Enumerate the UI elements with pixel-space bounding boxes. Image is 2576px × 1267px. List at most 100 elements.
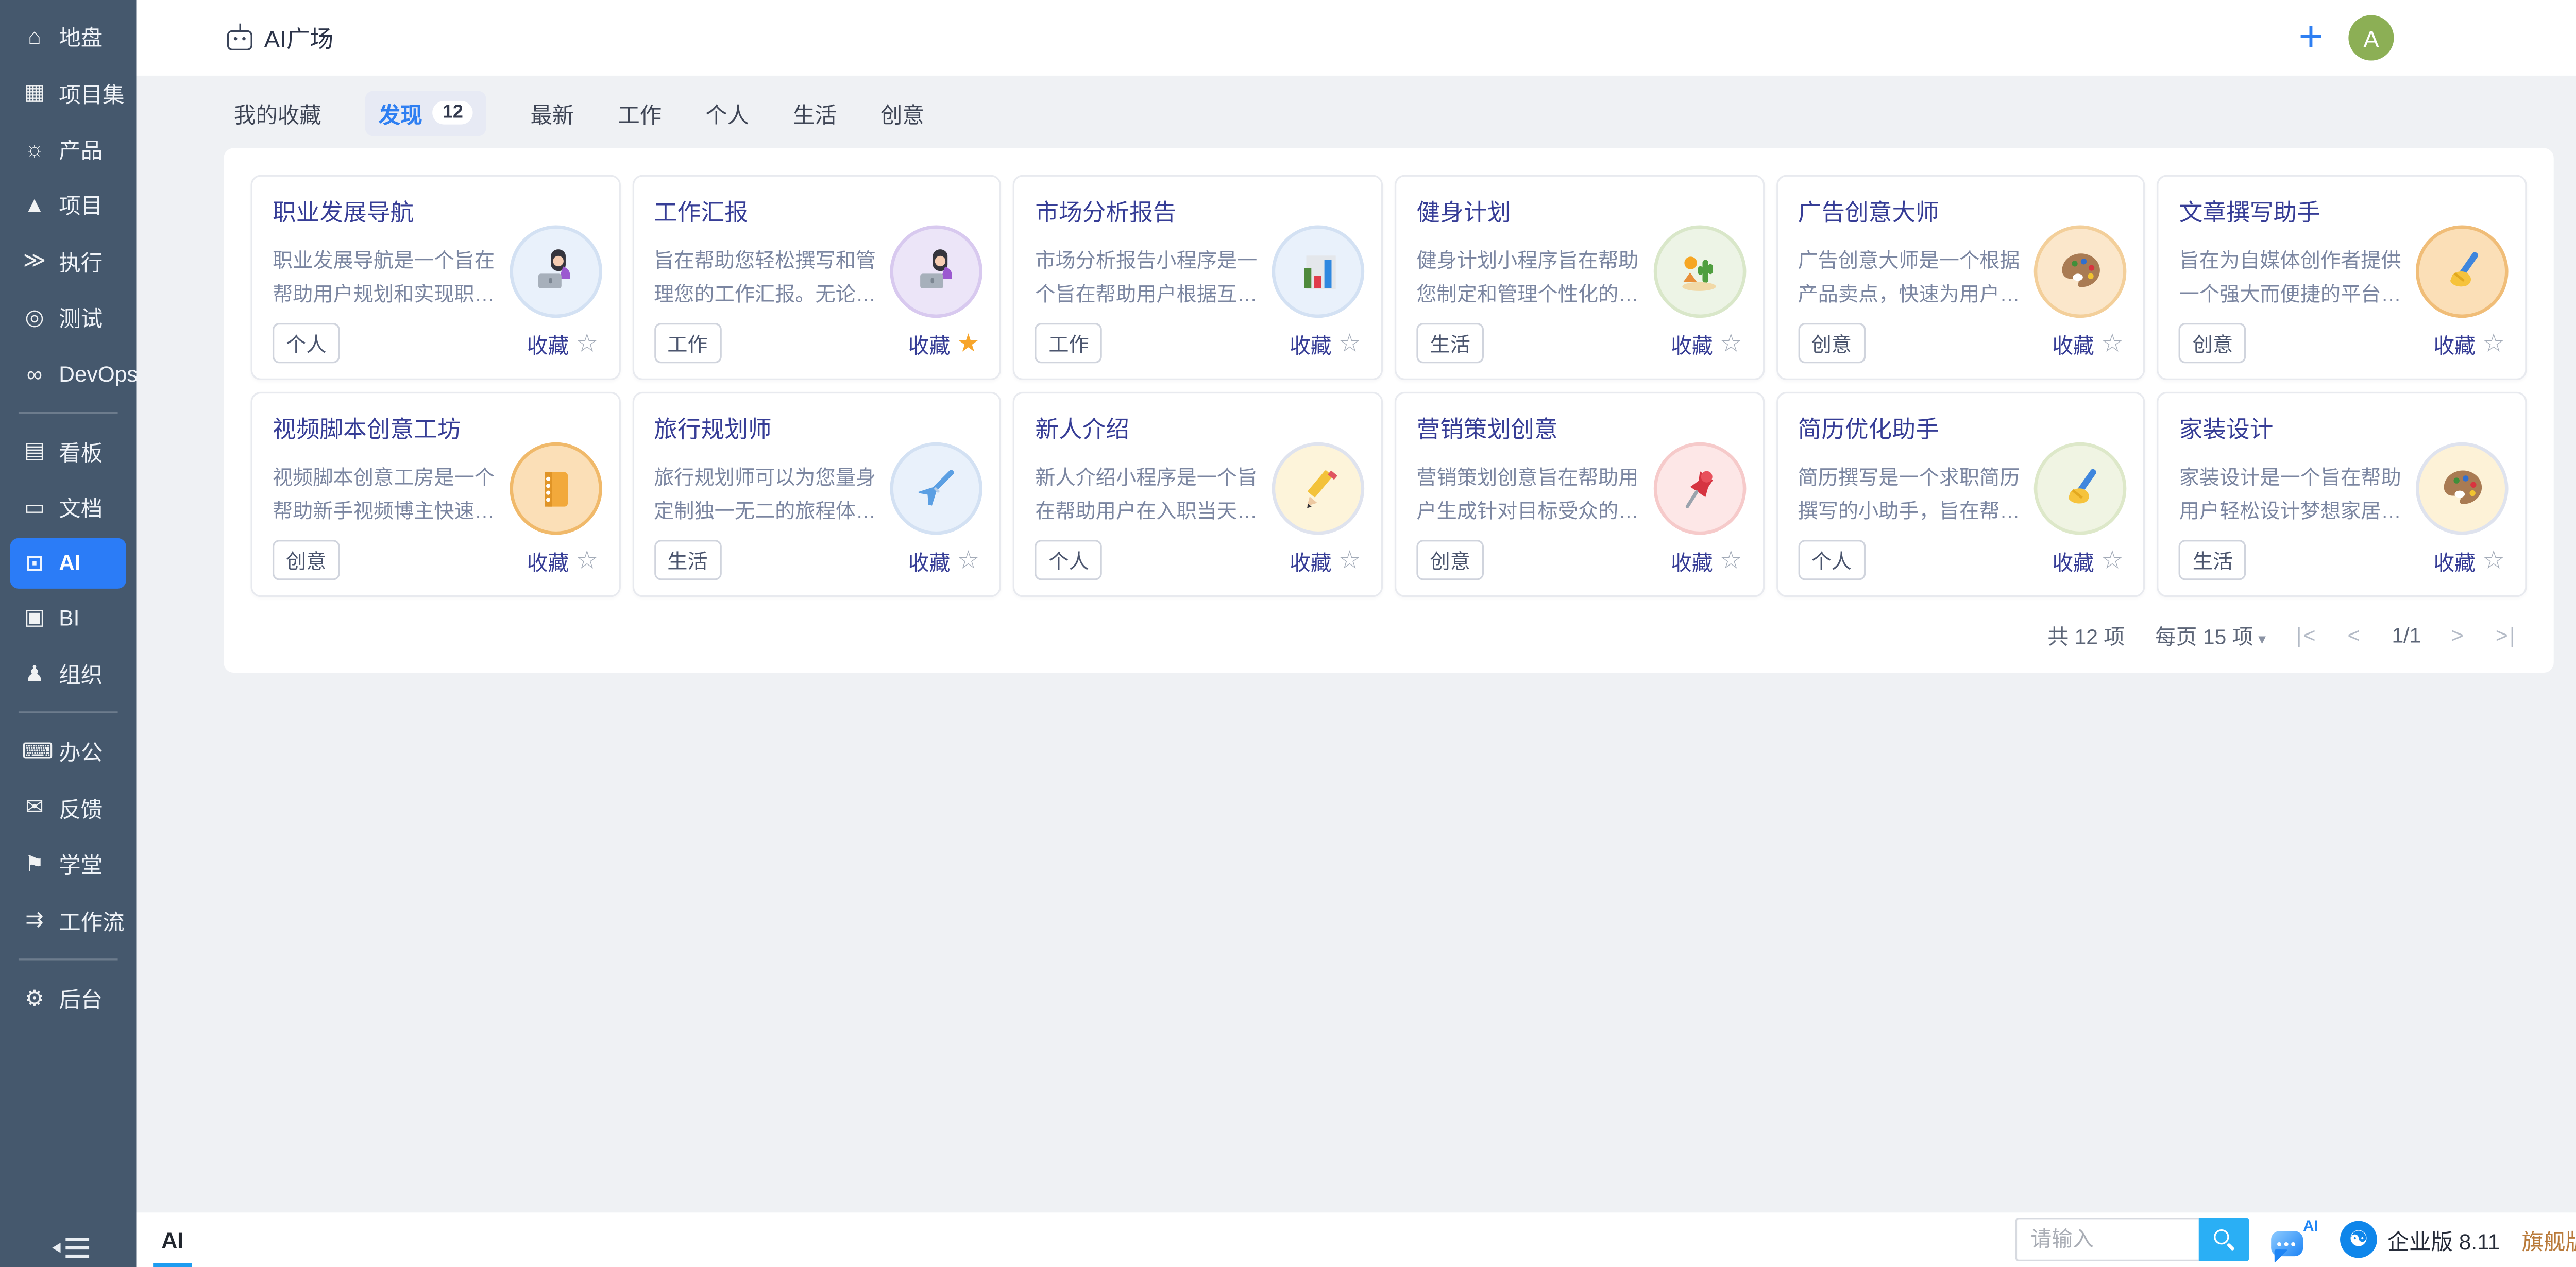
app-card[interactable]: 新人介绍 新人介绍小程序是一个旨在帮助用户在入职当天，快速编… 个人 收藏 ☆ xyxy=(1013,392,1383,597)
sidebar-item-bi-dashboard[interactable]: ▣ BI xyxy=(0,590,136,646)
app-card[interactable]: 市场分析报告 市场分析报告小程序是一个旨在帮助用户根据互联网信息… 工作 收藏 … xyxy=(1013,175,1383,380)
sidebar-item-document[interactable]: ▭ 文档 xyxy=(0,480,136,536)
sidebar-item-settings-gear[interactable]: ⚙ 后台 xyxy=(0,970,136,1026)
add-app-button[interactable]: + xyxy=(2299,17,2324,59)
app-card[interactable]: 简历优化助手 简历撰写是一个求职简历撰写的小助手，旨在帮助用户优… 个人 收藏 … xyxy=(1776,392,2145,597)
card-description: 营销策划创意旨在帮助用户生成针对目标受众的策划创意… xyxy=(1416,461,1641,529)
sidebar-item-label: 组织 xyxy=(59,658,103,690)
page-size-dropdown[interactable]: 每页 15 项▾ xyxy=(2155,619,2266,651)
card-title[interactable]: 营销策划创意 xyxy=(1416,412,1742,446)
favorite-button[interactable]: 收藏 ☆ xyxy=(2052,544,2124,576)
page-header: AI广场 + A xyxy=(136,0,2576,76)
favorite-button[interactable]: 收藏 ☆ xyxy=(1290,327,1361,359)
sidebar-collapse-button[interactable] xyxy=(0,1242,136,1252)
tab-最新[interactable]: 最新 xyxy=(530,97,574,129)
app-card[interactable]: 健身计划 健身计划小程序旨在帮助您制定和管理个性化的健身计划… 生活 收藏 ☆ xyxy=(1395,175,1764,380)
card-title[interactable]: 旅行规划师 xyxy=(654,412,979,446)
sidebar-item-ai-robot[interactable]: ⊡ AI xyxy=(10,537,126,588)
card-description: 健身计划小程序旨在帮助您制定和管理个性化的健身计划… xyxy=(1416,244,1641,312)
card-description: 广告创意大师是一个根据产品卖点，快速为用户提供广告… xyxy=(1798,244,2022,312)
card-description: 旨在为自媒体创作者提供一个强大而便捷的平台，助力您… xyxy=(2179,244,2404,312)
sidebar-groups: ⌂ 地盘 ▦ 项目集 ☼ 产品 ▲ 项目 ≫ 执行 ◎ 测试 ∞ DevOps … xyxy=(0,8,136,1026)
app-card[interactable]: 营销策划创意 营销策划创意旨在帮助用户生成针对目标受众的策划创意… 创意 收藏 … xyxy=(1395,392,1764,597)
favorite-button[interactable]: 收藏 ☆ xyxy=(2052,327,2124,359)
bottom-bar: AI ••• AI ☯ 企业版 8.11 旗舰版 ↑ xyxy=(136,1212,2576,1267)
search-input[interactable] xyxy=(2015,1218,2199,1261)
app-card[interactable]: 文章撰写助手 旨在为自媒体创作者提供一个强大而便捷的平台，助力您… 创意 收藏 … xyxy=(2157,175,2527,380)
app-card[interactable]: 旅行规划师 旅行规划师可以为您量身定制独一无二的旅程体验，让旅… 生活 收藏 ☆ xyxy=(632,392,1002,597)
sidebar-item-kanban-board[interactable]: ▤ 看板 xyxy=(0,423,136,480)
sidebar-item-project-rocket[interactable]: ▲ 项目 xyxy=(0,177,136,233)
card-title[interactable]: 新人介绍 xyxy=(1035,412,1361,446)
sidebar-item-execution-run[interactable]: ≫ 执行 xyxy=(0,233,136,289)
last-page-button[interactable]: >| xyxy=(2496,623,2517,647)
tab-创意[interactable]: 创意 xyxy=(880,97,924,129)
favorite-button[interactable]: 收藏 ☆ xyxy=(908,544,980,576)
zentao-logo-icon[interactable]: ☯ xyxy=(2340,1221,2377,1258)
sidebar-item-program-set[interactable]: ▦ 项目集 xyxy=(0,64,136,121)
favorite-button[interactable]: 收藏 ☆ xyxy=(1290,544,1361,576)
bottom-bar-right: ••• AI ☯ 企业版 8.11 旗舰版 ↑ xyxy=(2015,1218,2576,1261)
app-card[interactable]: 职业发展导航 职业发展导航是一个旨在帮助用户规划和实现职业目标的A… 个人 收藏… xyxy=(251,175,620,380)
card-title[interactable]: 广告创意大师 xyxy=(1798,195,2123,229)
sidebar-item-org-people[interactable]: ♟ 组织 xyxy=(0,646,136,702)
tab-生活[interactable]: 生活 xyxy=(793,97,837,129)
card-title[interactable]: 视频脚本创意工坊 xyxy=(273,412,598,446)
card-description: 旨在帮助您轻松撰写和管理您的工作汇报。无论是每周、… xyxy=(654,244,878,312)
sidebar-item-office-oa[interactable]: ⌨ 办公 xyxy=(0,724,136,780)
ai-chat-icon[interactable]: ••• AI xyxy=(2271,1219,2318,1259)
collapse-arrow-icon xyxy=(47,1242,60,1252)
star-icon: ☆ xyxy=(2101,331,2124,356)
favorite-button[interactable]: 收藏 ★ xyxy=(908,327,980,359)
card-title[interactable]: 家装设计 xyxy=(2179,412,2505,446)
sidebar-item-product-bulb[interactable]: ☼ 产品 xyxy=(0,121,136,177)
app-card[interactable]: 家装设计 家装设计是一个旨在帮助用户轻松设计梦想家居，提供更… 生活 收藏 ☆ xyxy=(2157,392,2527,597)
tab-我的收藏[interactable]: 我的收藏 xyxy=(234,97,321,129)
first-page-button[interactable]: |< xyxy=(2296,623,2317,647)
card-title[interactable]: 职业发展导航 xyxy=(273,195,598,229)
pushpin-icon xyxy=(1653,442,1746,535)
sidebar-divider xyxy=(19,412,118,413)
card-category-tag: 创意 xyxy=(273,540,340,580)
star-icon: ☆ xyxy=(1720,547,1742,573)
card-description: 家装设计是一个旨在帮助用户轻松设计梦想家居，提供更… xyxy=(2179,461,2404,529)
favorite-button[interactable]: 收藏 ☆ xyxy=(2433,327,2505,359)
chevron-down-icon: ▾ xyxy=(2258,630,2266,647)
desert-icon xyxy=(1653,226,1746,318)
sidebar-item-label: 项目集 xyxy=(59,77,124,109)
card-title[interactable]: 市场分析报告 xyxy=(1035,195,1361,229)
card-title[interactable]: 健身计划 xyxy=(1416,195,1742,229)
upgrade-link[interactable]: 旗舰版 ↑ xyxy=(2522,1224,2576,1256)
prev-page-button[interactable]: < xyxy=(2348,623,2362,647)
sidebar-item-qa-search[interactable]: ◎ 测试 xyxy=(0,289,136,345)
card-title[interactable]: 文章撰写助手 xyxy=(2179,195,2505,229)
sidebar-item-home[interactable]: ⌂ 地盘 xyxy=(0,8,136,64)
sidebar-item-tutorial-flag[interactable]: ⚑ 学堂 xyxy=(0,836,136,892)
sidebar-item-workflow-arrows[interactable]: ⇉ 工作流 xyxy=(0,892,136,948)
star-icon: ☆ xyxy=(1338,547,1361,573)
tab-label: 最新 xyxy=(530,97,574,129)
favorite-button[interactable]: 收藏 ☆ xyxy=(1671,544,1742,576)
tab-个人[interactable]: 个人 xyxy=(705,97,749,129)
bottom-tab-ai[interactable]: AI xyxy=(157,1212,189,1267)
favorite-button[interactable]: 收藏 ☆ xyxy=(527,544,599,576)
sidebar-item-devops-infinity[interactable]: ∞ DevOps xyxy=(0,346,136,402)
org-people-icon: ♟ xyxy=(22,660,47,687)
app-card[interactable]: 视频脚本创意工坊 视频脚本创意工房是一个帮助新手视频博主快速梳理视频… 创意 收… xyxy=(251,392,620,597)
app-card[interactable]: 广告创意大师 广告创意大师是一个根据产品卖点，快速为用户提供广告… 创意 收藏 … xyxy=(1776,175,2145,380)
favorite-button[interactable]: 收藏 ☆ xyxy=(2433,544,2505,576)
product-bulb-icon: ☼ xyxy=(22,136,47,161)
card-title[interactable]: 工作汇报 xyxy=(654,195,979,229)
card-description: 旅行规划师可以为您量身定制独一无二的旅程体验，让旅… xyxy=(654,461,878,529)
card-title[interactable]: 简历优化助手 xyxy=(1798,412,2123,446)
tab-工作[interactable]: 工作 xyxy=(618,97,662,129)
sidebar-item-label: 工作流 xyxy=(59,904,124,936)
app-card[interactable]: 工作汇报 旨在帮助您轻松撰写和管理您的工作汇报。无论是每周、… 工作 收藏 ★ xyxy=(632,175,1002,380)
favorite-button[interactable]: 收藏 ☆ xyxy=(527,327,599,359)
sidebar-item-feedback-mail[interactable]: ✉ 反馈 xyxy=(0,780,136,836)
next-page-button[interactable]: > xyxy=(2451,623,2465,647)
favorite-button[interactable]: 收藏 ☆ xyxy=(1671,327,1742,359)
user-avatar[interactable]: A xyxy=(2348,15,2394,60)
tab-发现[interactable]: 发现 12 xyxy=(365,90,487,135)
search-button[interactable] xyxy=(2199,1218,2249,1261)
